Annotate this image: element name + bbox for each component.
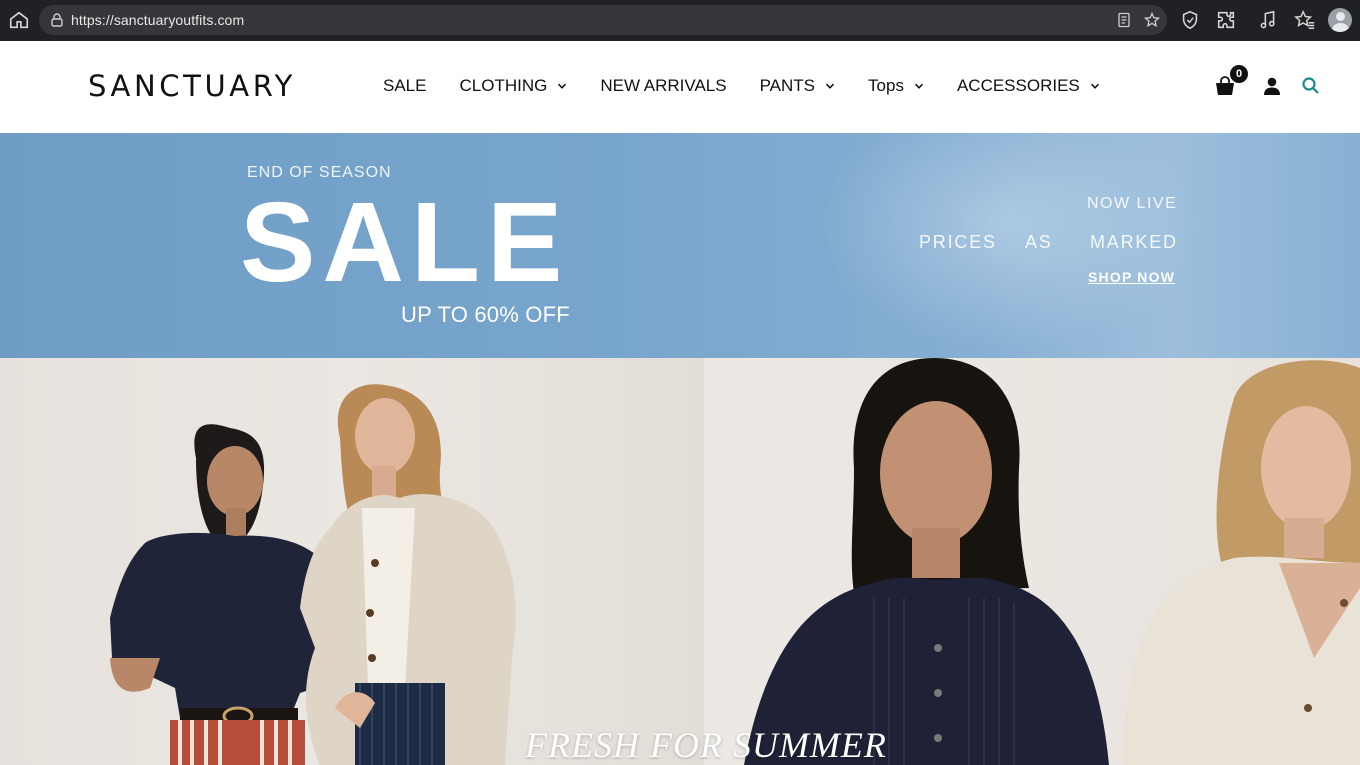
- star-icon[interactable]: [1144, 12, 1160, 28]
- reader-mode-icon[interactable]: [1116, 12, 1132, 28]
- nav-new-arrivals[interactable]: NEW ARRIVALS: [600, 76, 726, 96]
- sale-banner[interactable]: END OF SEASON SALE UP TO 60% OFF NOW LIV…: [0, 133, 1360, 358]
- home-icon[interactable]: [8, 9, 30, 31]
- nav-pants[interactable]: PANTS: [760, 76, 835, 96]
- nav-label: CLOTHING: [459, 76, 548, 95]
- hero-section[interactable]: FRESH FOR SUMMER: [0, 358, 1360, 765]
- cart-count-badge: 0: [1230, 65, 1248, 83]
- chevron-down-icon: [914, 81, 924, 91]
- nav-clothing[interactable]: CLOTHING: [459, 76, 567, 96]
- shield-icon[interactable]: [1179, 9, 1201, 31]
- banner-marked-word: MARKED: [1090, 232, 1178, 252]
- hero-caption: FRESH FOR SUMMER: [525, 725, 887, 765]
- site-logo[interactable]: SANCTUARY: [88, 69, 296, 103]
- browser-toolbar: https://sanctuaryoutfits.com: [0, 0, 1360, 42]
- search-icon[interactable]: [1300, 75, 1322, 97]
- main-nav: SALE CLOTHING NEW ARRIVALS PANTS Tops AC…: [383, 76, 1133, 96]
- banner-prices-word: PRICES: [919, 232, 997, 252]
- banner-as-word: AS: [1025, 232, 1053, 252]
- banner-discount: UP TO 60% OFF: [401, 302, 570, 327]
- shop-now-link[interactable]: SHOP NOW: [1088, 269, 1175, 285]
- hero-photo-right-illustration: [744, 358, 1360, 765]
- chevron-down-icon: [557, 81, 567, 91]
- account-icon[interactable]: [1261, 75, 1283, 97]
- url-text[interactable]: https://sanctuaryoutfits.com: [71, 12, 244, 28]
- nav-tops[interactable]: Tops: [868, 76, 924, 96]
- hero-image-right[interactable]: [704, 358, 1360, 765]
- nav-label: PANTS: [759, 76, 816, 95]
- profile-avatar[interactable]: [1328, 8, 1352, 32]
- hero-photo-left-illustration: [110, 384, 516, 765]
- chevron-down-icon: [825, 81, 835, 91]
- site-header: SANCTUARY SALE CLOTHING NEW ARRIVALS PAN…: [0, 41, 1360, 133]
- banner-now-live: NOW LIVE: [1087, 195, 1178, 212]
- chevron-down-icon: [1090, 81, 1100, 91]
- media-controls-icon[interactable]: [1258, 9, 1280, 31]
- banner-headline: SALE: [240, 179, 570, 305]
- extensions-icon[interactable]: [1215, 9, 1237, 31]
- address-bar[interactable]: https://sanctuaryoutfits.com: [39, 5, 1167, 35]
- nav-sale[interactable]: SALE: [383, 76, 426, 96]
- lock-icon[interactable]: [49, 12, 65, 28]
- favorites-icon[interactable]: [1294, 9, 1316, 31]
- nav-label: NEW ARRIVALS: [600, 76, 727, 95]
- nav-label: ACCESSORIES: [956, 76, 1080, 95]
- nav-accessories[interactable]: ACCESSORIES: [957, 76, 1100, 96]
- nav-label: Tops: [868, 76, 904, 95]
- nav-label: SALE: [383, 76, 427, 95]
- hero-image-left[interactable]: [0, 358, 704, 765]
